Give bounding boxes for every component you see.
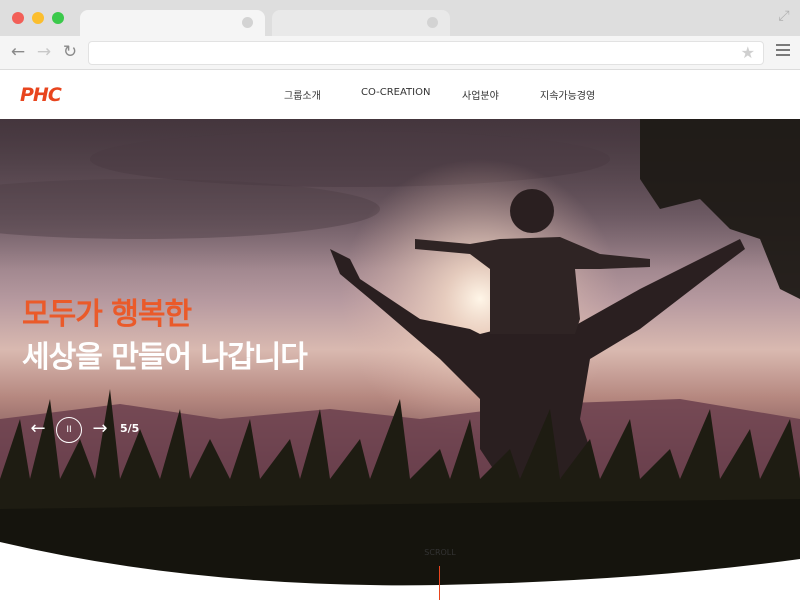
nav-item-business[interactable]: 사업분야 [462, 87, 499, 102]
nav-item-group-intro[interactable]: 그룹소개 [284, 87, 321, 102]
address-input[interactable] [89, 42, 729, 64]
hero-headline: 모두가 행복한 세상을 만들어 나갑니다 [22, 293, 308, 379]
browser-tab-active[interactable] [80, 10, 265, 36]
browser-tab-inactive[interactable] [272, 10, 450, 36]
close-window-button[interactable] [12, 12, 24, 24]
tab-close-icon[interactable] [242, 17, 253, 28]
reload-icon[interactable]: ↻ [60, 42, 80, 62]
address-bar[interactable]: ★ [88, 41, 764, 65]
nav-item-co-creation[interactable]: CO-CREATION [361, 87, 430, 98]
arrow-left-icon[interactable]: ← [28, 417, 48, 443]
browser-titlebar: ⤢ [0, 0, 800, 36]
arrow-left-icon[interactable]: ← [8, 42, 28, 62]
slide-counter: 5/5 [120, 422, 140, 435]
maximize-window-button[interactable] [52, 12, 64, 24]
nav-item-sustainability[interactable]: 지속가능경영 [540, 87, 595, 102]
headline-line-2: 세상을 만들어 나갑니다 [22, 340, 308, 375]
expand-icon[interactable]: ⤢ [776, 8, 792, 24]
tab-close-icon[interactable] [427, 17, 438, 28]
hamburger-icon[interactable] [776, 44, 790, 58]
main-navigation: 그룹소개 CO-CREATION 사업분야 지속가능경영 [0, 71, 800, 119]
scroll-line [439, 566, 440, 600]
site-header: PHC 그룹소개 CO-CREATION 사업분야 지속가능경영 [0, 71, 800, 119]
minimize-window-button[interactable] [32, 12, 44, 24]
headline-line-1: 모두가 행복한 [22, 297, 192, 332]
star-icon[interactable]: ★ [741, 43, 755, 63]
scroll-indicator[interactable]: SCROLL [424, 548, 455, 557]
browser-toolbar: ← → ↻ ★ [0, 36, 800, 70]
arrow-right-icon[interactable]: → [34, 42, 54, 62]
pause-icon[interactable]: II [56, 417, 82, 443]
arrow-right-icon[interactable]: → [90, 417, 110, 443]
hero-banner: 모두가 행복한 세상을 만들어 나갑니다 ← II → 5/5 SCROLL [0, 119, 800, 600]
